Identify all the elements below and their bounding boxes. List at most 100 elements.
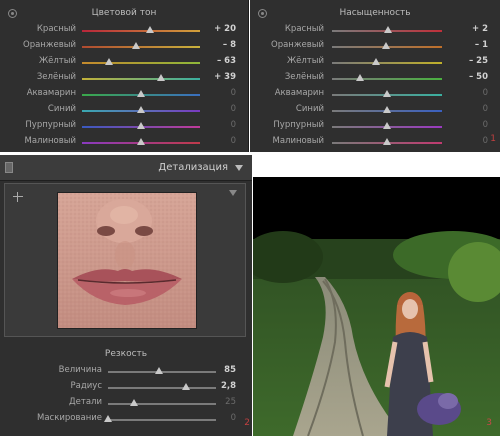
saturation-value[interactable]: 0 xyxy=(483,120,488,130)
sharpening-row: Детали 25 xyxy=(0,397,252,412)
saturation-value[interactable]: – 25 xyxy=(469,56,488,66)
saturation-slider[interactable] xyxy=(332,42,442,49)
sharpening-label: Величина xyxy=(58,365,102,375)
hue-row: Оранжевый – 8 xyxy=(0,40,248,54)
sharpening-label: Детали xyxy=(69,397,102,407)
annotation-marker-2: 2 xyxy=(244,418,250,428)
hue-slider-thumb[interactable] xyxy=(137,90,145,97)
saturation-panel-title: Насыщенность xyxy=(339,8,411,18)
hue-value[interactable]: + 39 xyxy=(214,72,236,82)
hue-slider-thumb[interactable] xyxy=(137,138,145,145)
detail-panel-title: Детализация xyxy=(158,162,228,173)
sharpening-slider[interactable] xyxy=(108,399,216,406)
saturation-slider[interactable] xyxy=(332,106,442,113)
saturation-value[interactable]: – 50 xyxy=(469,72,488,82)
saturation-row: Зелёный – 50 xyxy=(250,72,500,86)
sharpening-value[interactable]: 0 xyxy=(231,413,236,423)
saturation-slider[interactable] xyxy=(332,74,442,81)
hue-slider[interactable] xyxy=(82,138,200,145)
crosshair-icon[interactable] xyxy=(13,192,23,202)
hue-row: Аквамарин 0 xyxy=(0,88,248,102)
sharpening-value[interactable]: 2,8 xyxy=(221,381,236,391)
sharpening-slider[interactable] xyxy=(108,383,216,390)
saturation-row: Жёлтый – 25 xyxy=(250,56,500,70)
saturation-slider[interactable] xyxy=(332,58,442,65)
saturation-value[interactable]: 0 xyxy=(483,88,488,98)
saturation-slider-thumb[interactable] xyxy=(372,58,380,65)
saturation-slider-thumb[interactable] xyxy=(383,138,391,145)
hue-slider[interactable] xyxy=(82,42,200,49)
hue-value[interactable]: – 63 xyxy=(217,56,236,66)
hue-slider[interactable] xyxy=(82,122,200,129)
sharpening-slider[interactable] xyxy=(104,415,216,422)
saturation-value[interactable]: + 2 xyxy=(472,24,488,34)
saturation-slider[interactable] xyxy=(332,122,442,129)
collapse-triangle-icon[interactable] xyxy=(235,165,243,171)
saturation-row: Красный + 2 xyxy=(250,24,500,38)
saturation-slider-thumb[interactable] xyxy=(383,90,391,97)
saturation-panel: Насыщенность Красный + 2 Оранжевый – 1 Жёлты… xyxy=(250,0,500,152)
saturation-slider-thumb[interactable] xyxy=(384,26,393,33)
saturation-row: Аквамарин 0 xyxy=(250,88,500,102)
hue-label: Жёлтый xyxy=(38,56,76,66)
hue-label: Аквамарин xyxy=(26,88,76,98)
hue-slider[interactable] xyxy=(82,74,200,81)
hue-slider-thumb[interactable] xyxy=(146,26,155,33)
hue-panel: Цветовой тон Красный + 20 Оранжевый – 8 Жёлт… xyxy=(0,0,249,152)
hue-value[interactable]: 0 xyxy=(231,104,236,114)
hue-value[interactable]: 0 xyxy=(231,136,236,146)
hue-label: Красный xyxy=(36,24,76,34)
sharpening-slider[interactable] xyxy=(108,367,216,374)
hue-label: Пурпурный xyxy=(25,120,76,130)
saturation-value[interactable]: 0 xyxy=(483,104,488,114)
hue-value[interactable]: 0 xyxy=(231,120,236,130)
saturation-label: Красный xyxy=(284,24,324,34)
hue-slider[interactable] xyxy=(82,106,200,113)
sharpening-slider-thumb[interactable] xyxy=(104,415,112,422)
hue-slider-thumb[interactable] xyxy=(157,74,166,81)
hue-slider-thumb[interactable] xyxy=(137,122,145,129)
hue-slider-thumb[interactable] xyxy=(105,58,114,65)
sharpening-slider-thumb[interactable] xyxy=(154,367,163,374)
saturation-label: Оранжевый xyxy=(271,40,324,50)
saturation-row: Малиновый 0 xyxy=(250,136,500,150)
hue-slider-thumb[interactable] xyxy=(132,42,141,49)
saturation-row: Оранжевый – 1 xyxy=(250,40,500,54)
sharpening-row: Маскирование 0 xyxy=(0,413,252,428)
hue-value[interactable]: + 20 xyxy=(214,24,236,34)
hue-slider[interactable] xyxy=(82,58,200,65)
hue-slider[interactable] xyxy=(82,26,200,33)
sharpening-value[interactable]: 85 xyxy=(224,365,236,375)
sharpening-value[interactable]: 25 xyxy=(225,397,236,407)
hue-value[interactable]: 0 xyxy=(231,88,236,98)
annotation-marker-1: 1 xyxy=(490,134,496,144)
hue-label: Оранжевый xyxy=(23,40,76,50)
saturation-label: Зелёный xyxy=(284,72,324,82)
saturation-label: Аквамарин xyxy=(274,88,324,98)
hue-slider[interactable] xyxy=(82,90,200,97)
saturation-label: Синий xyxy=(295,104,324,114)
detail-panel-header[interactable]: Детализация xyxy=(0,155,252,181)
hue-row: Малиновый 0 xyxy=(0,136,248,150)
panel-toggle-switch[interactable] xyxy=(5,162,13,173)
saturation-slider-thumb[interactable] xyxy=(383,122,391,129)
saturation-value[interactable]: 0 xyxy=(483,136,488,146)
hue-row: Пурпурный 0 xyxy=(0,120,248,134)
saturation-slider[interactable] xyxy=(332,26,442,33)
saturation-slider-thumb[interactable] xyxy=(355,74,364,81)
saturation-value[interactable]: – 1 xyxy=(475,40,488,50)
saturation-row: Пурпурный 0 xyxy=(250,120,500,134)
hue-slider-thumb[interactable] xyxy=(137,106,145,113)
sharpening-slider-thumb[interactable] xyxy=(181,383,190,390)
sharpening-row: Величина 85 xyxy=(0,365,252,380)
hue-row: Красный + 20 xyxy=(0,24,248,38)
saturation-slider-thumb[interactable] xyxy=(381,42,390,49)
preview-face-image xyxy=(57,192,197,329)
hue-value[interactable]: – 8 xyxy=(223,40,236,50)
sharpening-label: Маскирование xyxy=(37,413,102,423)
sharpening-slider-thumb[interactable] xyxy=(129,399,138,406)
saturation-slider-thumb[interactable] xyxy=(383,106,391,113)
preview-toggle-triangle-icon[interactable] xyxy=(229,190,237,196)
saturation-slider[interactable] xyxy=(332,90,442,97)
saturation-slider[interactable] xyxy=(332,138,442,145)
